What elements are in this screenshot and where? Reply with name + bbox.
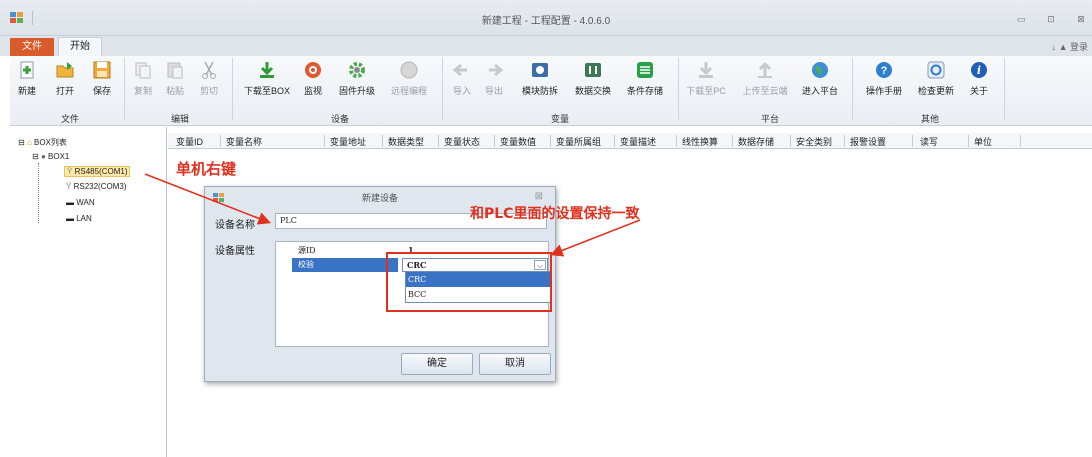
arrow-to-dropdown xyxy=(550,219,641,257)
arrow-to-device-name xyxy=(144,173,271,225)
annotation-arrows xyxy=(144,173,641,257)
